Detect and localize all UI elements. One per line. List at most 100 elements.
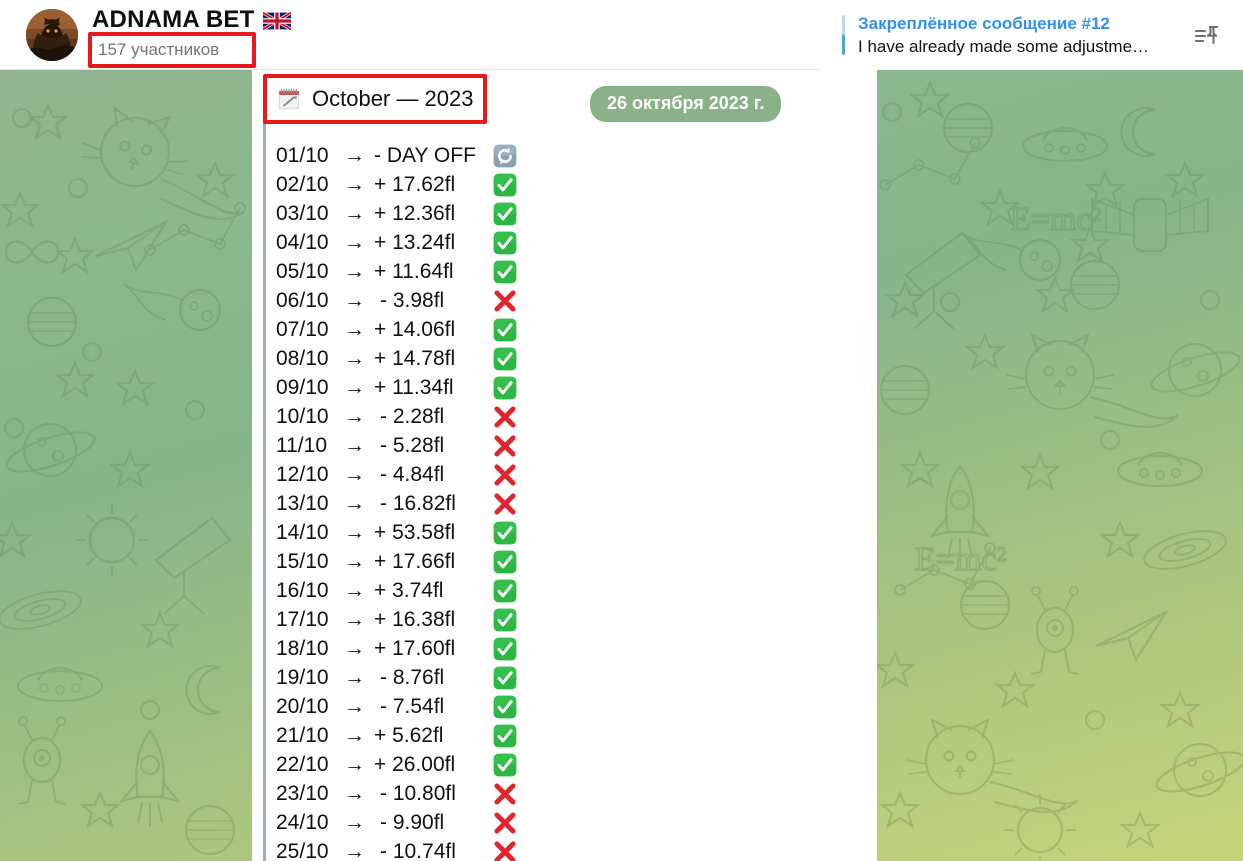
row-date: 03/10: [276, 201, 329, 225]
row-amount: + 13.24fl: [374, 230, 456, 254]
row-arrow-icon: →: [344, 752, 365, 776]
page-title: ADNAMA BET: [92, 6, 255, 33]
row-arrow-icon: →: [344, 665, 365, 689]
row-amount: - 9.90fl: [380, 810, 445, 834]
row-date: 05/10: [276, 259, 329, 283]
cross-emoji: [494, 782, 516, 805]
row-amount: + 11.34fl: [374, 375, 454, 399]
row-date: 01/10: [276, 143, 329, 167]
row-arrow-icon: →: [344, 520, 365, 544]
row-amount: - 2.28fl: [380, 404, 445, 428]
row-arrow-icon: →: [344, 143, 365, 167]
row-arrow-icon: →: [344, 433, 365, 457]
row-arrow-icon: →: [344, 694, 365, 718]
member-count: 157 участников: [98, 40, 220, 59]
row-date: 09/10: [276, 375, 329, 399]
daily-result-row: 14/10 → + 53.58fl: [276, 518, 518, 547]
check-emoji: [493, 376, 517, 399]
daily-result-row: 10/10 → - 2.28fl: [276, 402, 518, 431]
row-arrow-icon: →: [344, 781, 365, 805]
check-emoji: [493, 260, 517, 283]
pinned-message-text: Закреплённое сообщение #12 I have alread…: [858, 12, 1185, 58]
chat-identity[interactable]: ADNAMA BET 157 участников: [0, 6, 292, 68]
row-arrow-icon: →: [344, 723, 365, 747]
daily-result-row: 24/10 → - 9.90fl: [276, 808, 518, 837]
row-amount: - 4.84fl: [380, 462, 445, 486]
row-date: 15/10: [276, 549, 329, 573]
check-emoji: [493, 231, 517, 254]
row-date: 06/10: [276, 288, 329, 312]
message-heading: October — 2023: [276, 84, 473, 114]
row-date: 14/10: [276, 520, 329, 544]
daily-result-row: 25/10 → - 10.74fl: [276, 837, 518, 861]
cross-emoji: [494, 434, 516, 457]
check-emoji: [493, 318, 517, 341]
daily-result-row: 20/10 → - 7.54fl: [276, 692, 518, 721]
row-date: 12/10: [276, 462, 329, 486]
cross-emoji: [494, 405, 516, 428]
daily-result-row: 23/10 → - 10.80fl: [276, 779, 518, 808]
row-amount: - 8.76fl: [380, 665, 445, 689]
row-date: 18/10: [276, 636, 329, 660]
row-date: 21/10: [276, 723, 329, 747]
spiral-calendar-icon: [278, 88, 300, 110]
pinned-stats-message[interactable]: October — 2023 01/10 → - DAY OFF 02/10 → + 17…: [252, 70, 877, 861]
daily-result-row: 13/10 → - 16.82fl: [276, 489, 518, 518]
row-arrow-icon: →: [344, 404, 365, 428]
row-amount: + 3.74fl: [374, 578, 444, 602]
row-date: 02/10: [276, 172, 329, 196]
row-amount: + 17.66fl: [374, 549, 456, 573]
telegram-channel-screen: E=mc²: [0, 0, 1243, 861]
daily-result-row: 09/10 → + 11.34fl: [276, 373, 518, 402]
check-emoji: [493, 521, 517, 544]
daily-result-row: 18/10 → + 17.60fl: [276, 634, 518, 663]
daily-result-row: 22/10 → + 26.00fl: [276, 750, 518, 779]
daily-result-row: 08/10 → + 14.78fl: [276, 344, 518, 373]
row-arrow-icon: →: [344, 578, 365, 602]
row-date: 19/10: [276, 665, 329, 689]
row-date: 08/10: [276, 346, 329, 370]
row-arrow-icon: →: [344, 462, 365, 486]
check-emoji: [493, 608, 517, 631]
row-amount: - DAY OFF: [374, 143, 476, 167]
row-date: 25/10: [276, 839, 329, 861]
row-amount: - 10.74fl: [380, 839, 456, 861]
pinned-messages-button[interactable]: [1185, 21, 1229, 49]
pinned-message-title: Закреплённое сообщение #12: [858, 14, 1110, 33]
channel-avatar[interactable]: [26, 8, 78, 61]
check-emoji: [493, 347, 517, 370]
row-amount: + 16.38fl: [374, 607, 456, 631]
row-amount: + 11.64fl: [374, 259, 454, 283]
daily-result-row: 04/10 → + 13.24fl: [276, 228, 518, 257]
check-emoji: [493, 637, 517, 660]
row-arrow-icon: →: [344, 607, 365, 631]
row-arrow-icon: →: [344, 317, 365, 341]
daily-result-row: 07/10 → + 14.06fl: [276, 315, 518, 344]
row-date: 24/10: [276, 810, 329, 834]
row-amount: + 12.36fl: [374, 201, 456, 225]
row-date: 17/10: [276, 607, 329, 631]
daily-result-row: 17/10 → + 16.38fl: [276, 605, 518, 634]
row-amount: - 10.80fl: [380, 781, 456, 805]
pin-list-icon: [1194, 25, 1218, 45]
row-arrow-icon: →: [344, 549, 365, 573]
date-separator-badge[interactable]: 26 октября 2023 г.: [590, 86, 782, 122]
chat-meta: ADNAMA BET 157 участников: [88, 6, 292, 68]
row-amount: + 17.60fl: [374, 636, 456, 660]
daily-result-row: 02/10 → + 17.62fl: [276, 170, 518, 199]
row-arrow-icon: →: [344, 230, 365, 254]
row-amount: - 3.98fl: [380, 288, 445, 312]
daily-result-row: 15/10 → + 17.66fl: [276, 547, 518, 576]
cross-emoji: [494, 463, 516, 486]
check-emoji: [493, 695, 517, 718]
daily-result-row: 01/10 → - DAY OFF: [276, 141, 518, 170]
daily-result-row: 05/10 → + 11.64fl: [276, 257, 518, 286]
row-date: 04/10: [276, 230, 329, 254]
row-amount: + 5.62fl: [374, 723, 444, 747]
row-arrow-icon: →: [344, 259, 365, 283]
row-arrow-icon: →: [344, 201, 365, 225]
pinned-message-panel[interactable]: Закреплённое сообщение #12 I have alread…: [820, 0, 1243, 70]
daily-result-row: 03/10 → + 12.36fl: [276, 199, 518, 228]
daily-results-list: 01/10 → - DAY OFF 02/10 → + 17.62fl 03/10 → + 12…: [276, 141, 518, 861]
row-date: 10/10: [276, 404, 329, 428]
